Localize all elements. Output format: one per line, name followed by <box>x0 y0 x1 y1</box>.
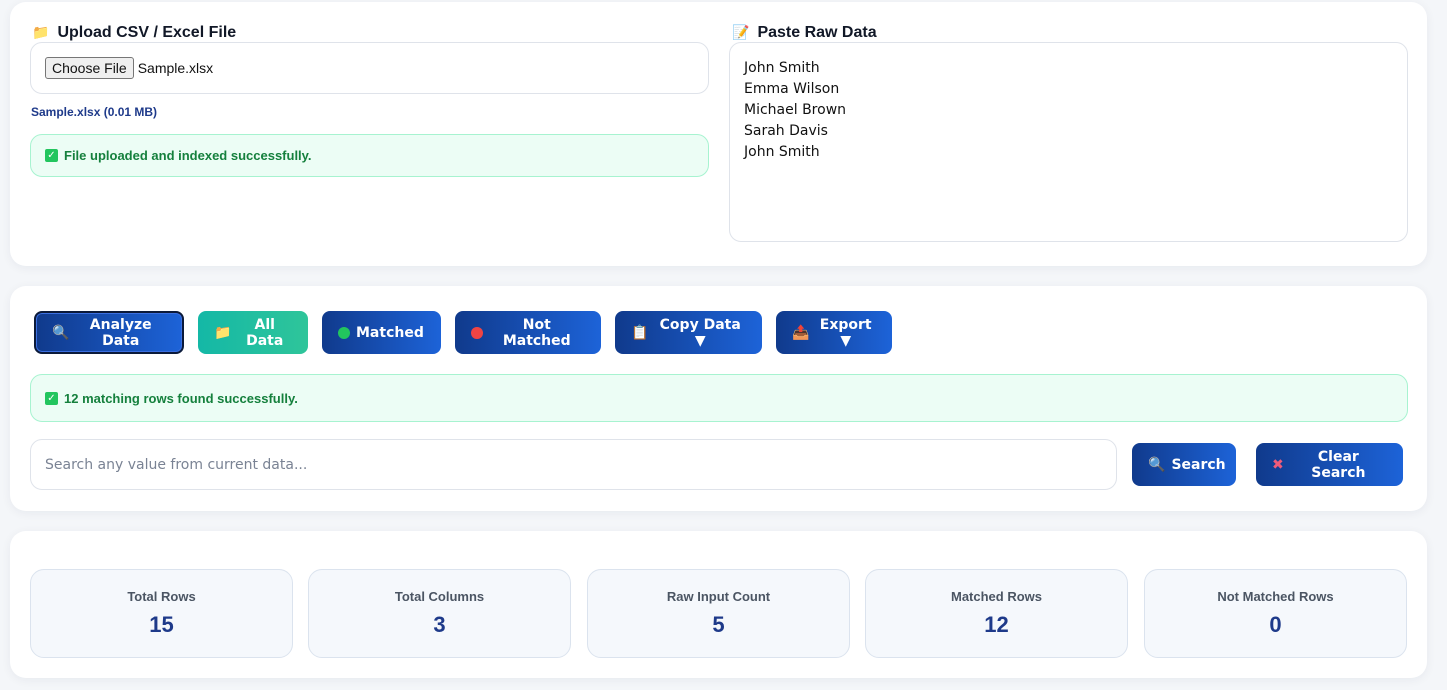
raw-data-textarea[interactable]: John Smith Emma Wilson Michael Brown Sar… <box>729 42 1408 242</box>
match-status-text: 12 matching rows found successfully. <box>64 390 298 406</box>
all-data-button[interactable]: 📁 All Data <box>198 311 308 354</box>
stat-value: 12 <box>984 612 1009 637</box>
memo-icon: 📝 <box>732 25 750 41</box>
magnifier-icon: 🔍 <box>52 324 70 341</box>
analyze-data-button[interactable]: 🔍 Analyze Data <box>34 311 184 354</box>
upload-title: Upload CSV / Excel File <box>57 24 237 41</box>
clipboard-icon: 📋 <box>631 324 649 341</box>
stat-value: 0 <box>1269 612 1282 637</box>
matched-button[interactable]: Matched <box>322 311 441 354</box>
file-input[interactable]: Choose File Sample.xlsx <box>30 42 709 94</box>
red-circle-icon <box>471 326 483 339</box>
stat-label: Not Matched Rows <box>1217 589 1334 604</box>
raw-line: John Smith <box>744 60 820 76</box>
copy-data-label: Copy Data ▼ <box>659 316 741 349</box>
raw-section-title: 📝 Paste Raw Data <box>732 24 877 42</box>
match-success-alert: ✓ 12 matching rows found successfully. <box>30 374 1408 422</box>
analyze-data-label: Analyze Data <box>89 316 152 349</box>
actions-card: 🔍 Analyze Data 📁 All Data Matched Not Ma… <box>10 286 1427 511</box>
not-matched-label: Not Matched <box>502 316 571 349</box>
clear-search-label: Clear Search <box>1311 448 1366 481</box>
not-matched-button[interactable]: Not Matched <box>455 311 601 354</box>
stat-value: 3 <box>433 612 446 637</box>
green-circle-icon <box>338 326 350 339</box>
file-meta: Sample.xlsx (0.01 MB) <box>31 105 158 119</box>
stat-raw-input-count: Raw Input Count 5 <box>587 569 850 658</box>
stats-card: Total Rows 15 Total Columns 3 Raw Input … <box>10 531 1427 678</box>
action-button-row: 🔍 Analyze Data 📁 All Data Matched Not Ma… <box>34 311 892 354</box>
clear-search-button[interactable]: ✖ Clear Search <box>1256 443 1403 486</box>
matched-label: Matched <box>356 324 424 341</box>
check-icon: ✓ <box>45 149 58 162</box>
raw-line: Emma Wilson <box>744 81 840 97</box>
folder-icon: 📁 <box>32 25 50 41</box>
raw-line: Michael Brown <box>744 102 847 118</box>
stat-total-rows: Total Rows 15 <box>30 569 293 658</box>
all-data-label: All Data <box>246 316 284 349</box>
stat-value: 5 <box>712 612 725 637</box>
upload-section-title: 📁 Upload CSV / Excel File <box>32 24 236 42</box>
upload-status-text: File uploaded and indexed successfully. <box>64 148 312 163</box>
search-label: Search <box>1171 456 1226 473</box>
stat-not-matched-rows: Not Matched Rows 0 <box>1144 569 1407 658</box>
close-icon: ✖ <box>1272 456 1284 473</box>
stat-label: Raw Input Count <box>666 589 771 604</box>
export-button[interactable]: 📤 Export ▼ <box>776 311 892 354</box>
choose-file-button[interactable]: Choose File <box>45 57 134 79</box>
search-input[interactable] <box>30 439 1117 490</box>
export-icon: 📤 <box>792 324 810 341</box>
selected-file-name: Sample.xlsx <box>137 60 214 76</box>
upload-card: 📁 Upload CSV / Excel File Choose File Sa… <box>10 2 1427 266</box>
stat-value: 15 <box>149 612 174 637</box>
search-button[interactable]: 🔍 Search <box>1132 443 1236 486</box>
upload-success-alert: ✓ File uploaded and indexed successfully… <box>30 134 709 177</box>
stat-matched-rows: Matched Rows 12 <box>865 569 1128 658</box>
stat-label: Total Columns <box>394 589 485 604</box>
check-icon: ✓ <box>45 391 58 405</box>
stat-total-columns: Total Columns 3 <box>308 569 571 658</box>
stat-label: Total Rows <box>127 589 196 604</box>
raw-title: Paste Raw Data <box>757 24 877 41</box>
export-label: Export ▼ <box>819 316 872 349</box>
folder-icon: 📁 <box>214 324 232 341</box>
raw-line: Sarah Davis <box>744 123 828 139</box>
magnifier-icon: 🔍 <box>1148 456 1166 473</box>
raw-line: John Smith <box>744 144 820 160</box>
stat-label: Matched Rows <box>950 589 1042 604</box>
copy-data-button[interactable]: 📋 Copy Data ▼ <box>615 311 762 354</box>
